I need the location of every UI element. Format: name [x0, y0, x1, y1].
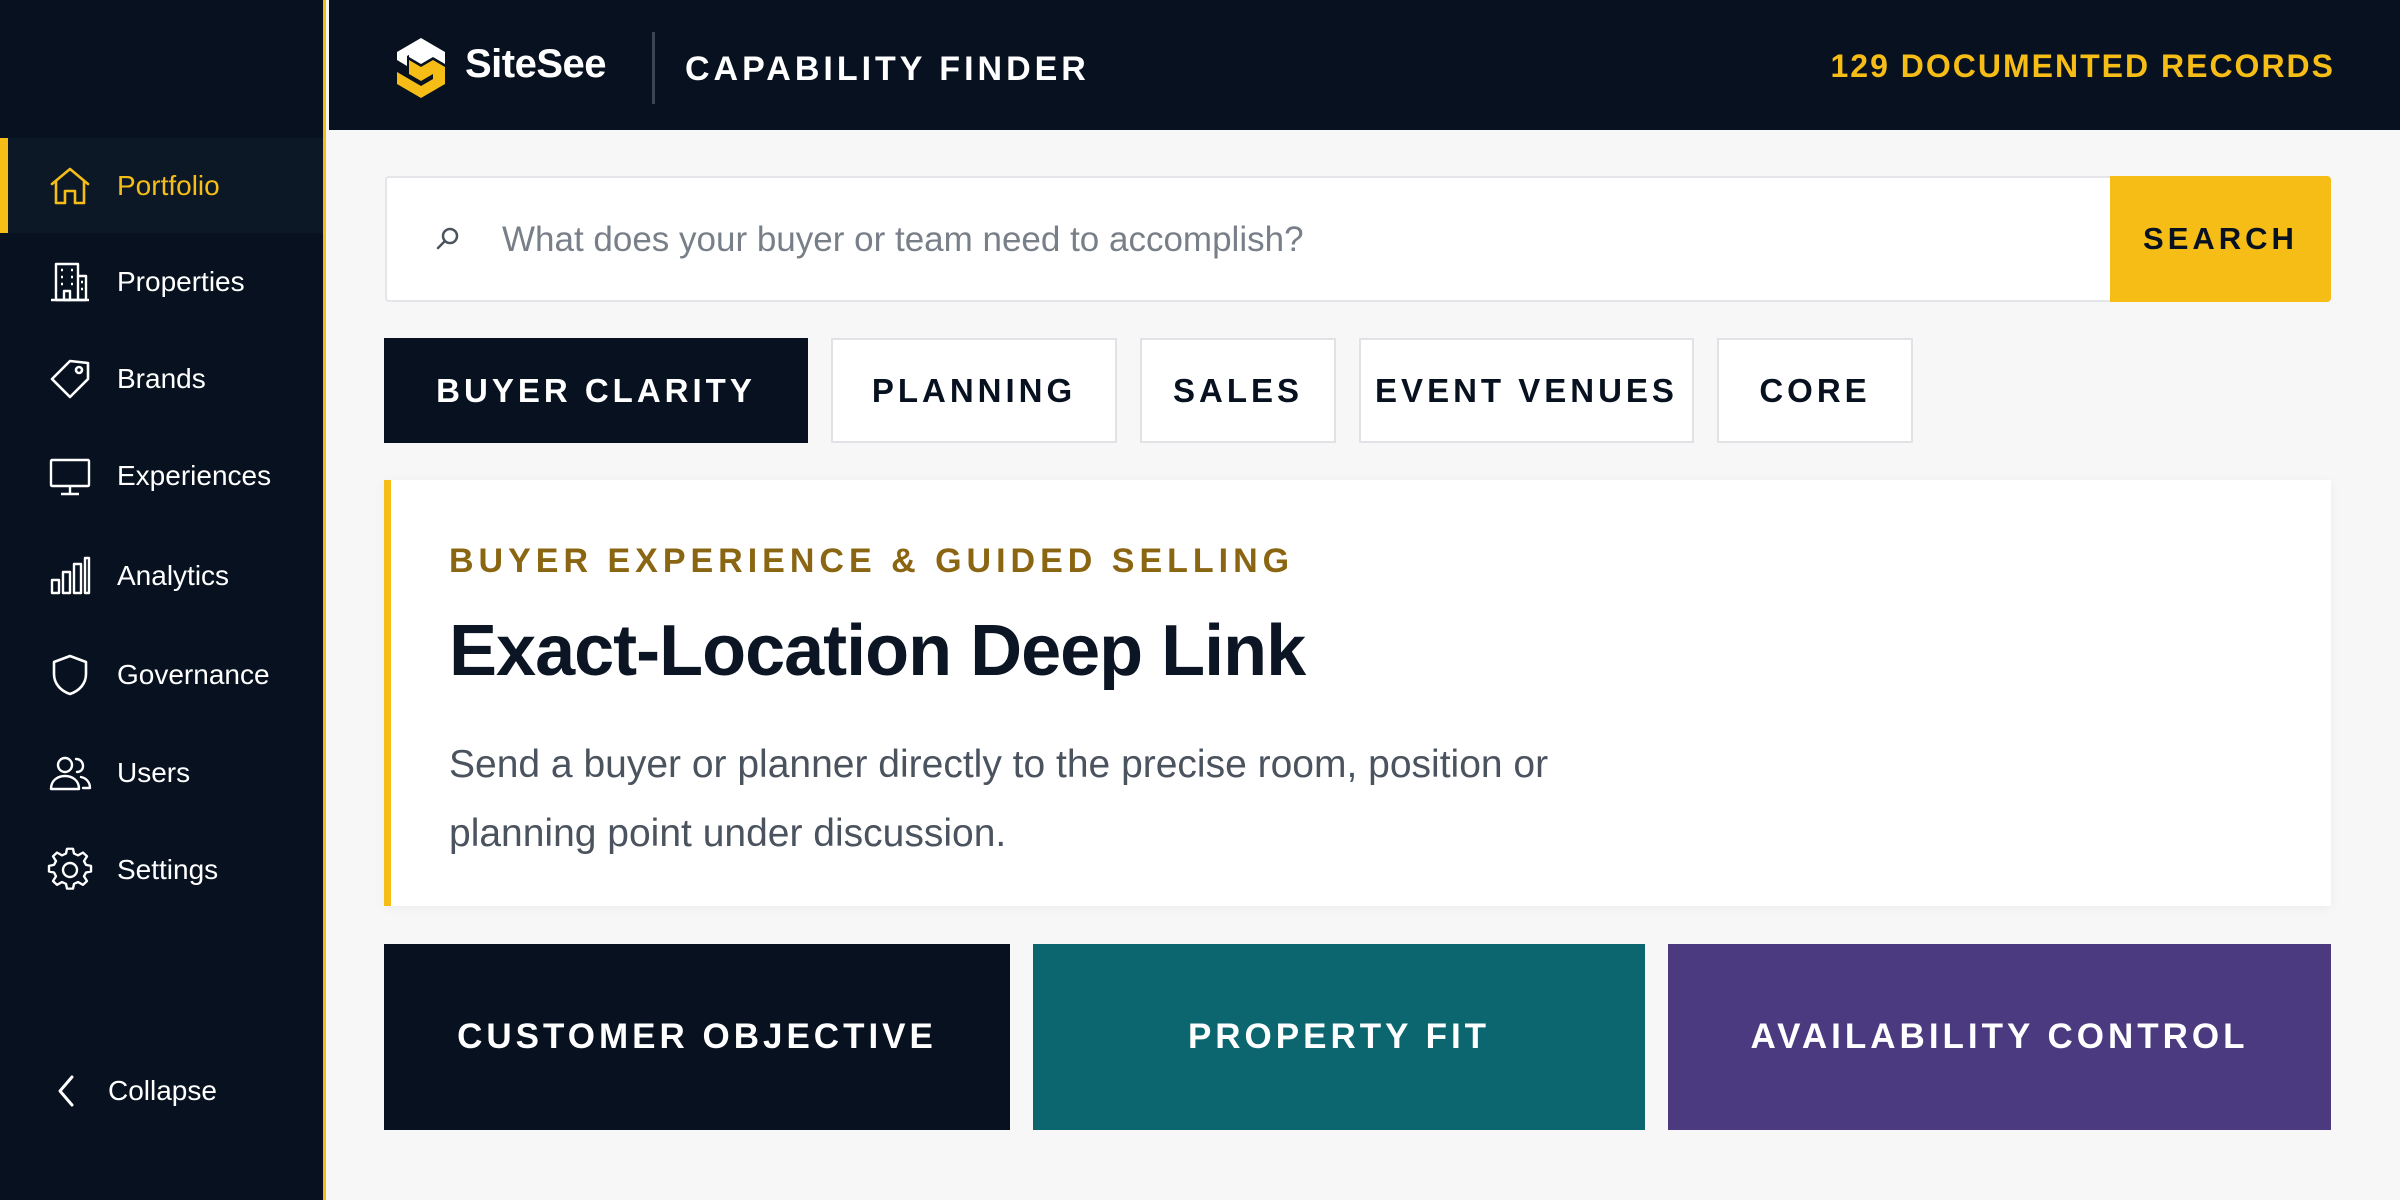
tab-planning[interactable]: PLANNING: [831, 338, 1117, 443]
top-header: SiteSee CAPABILITY FINDER 129 DOCUMENTED…: [329, 0, 2400, 130]
sidebar-item-portfolio[interactable]: Portfolio: [0, 138, 323, 233]
tab-buyer-clarity[interactable]: BUYER CLARITY: [384, 338, 808, 443]
sidebar-item-label: Portfolio: [117, 169, 220, 201]
tab-event-venues[interactable]: EVENT VENUES: [1359, 338, 1694, 443]
property-fit-tile[interactable]: PROPERTY FIT: [1033, 944, 1645, 1130]
header-divider: [652, 32, 655, 104]
sidebar-item-properties[interactable]: Properties: [0, 234, 323, 329]
sidebar-item-governance[interactable]: Governance: [0, 627, 323, 722]
availability-control-tile[interactable]: AVAILABILITY CONTROL: [1668, 944, 2331, 1130]
users-icon: [46, 749, 94, 797]
sidebar-item-brands[interactable]: Brands: [0, 331, 323, 426]
sidebar-item-users[interactable]: Users: [0, 725, 323, 820]
bar-chart-icon: [46, 552, 94, 600]
search-button[interactable]: SEARCH: [2110, 176, 2331, 302]
gear-icon: [46, 846, 94, 894]
page-title: CAPABILITY FINDER: [685, 50, 1090, 88]
records-count: 129 DOCUMENTED RECORDS: [1830, 48, 2335, 84]
sidebar-item-label: Properties: [117, 265, 245, 297]
building-icon: [46, 258, 94, 306]
sidebar-item-experiences[interactable]: Experiences: [0, 428, 323, 523]
home-icon: [46, 162, 94, 210]
card-title: Exact-Location Deep Link: [449, 611, 1306, 691]
customer-objective-tile[interactable]: CUSTOMER OBJECTIVE: [384, 944, 1010, 1130]
sidebar-item-label: Experiences: [117, 459, 272, 491]
tab-sales[interactable]: SALES: [1140, 338, 1336, 443]
sidebar-item-settings[interactable]: Settings: [0, 822, 323, 917]
sidebar-item-label: Settings: [117, 853, 219, 885]
sitesee-logo-icon: [393, 36, 449, 100]
monitor-icon: [46, 452, 94, 500]
search-input[interactable]: [502, 208, 2002, 272]
collapse-label: Collapse: [108, 1075, 217, 1106]
brand-name: SiteSee: [465, 42, 607, 86]
sidebar-item-label: Analytics: [117, 559, 230, 591]
tag-icon: [46, 355, 94, 403]
capability-card[interactable]: BUYER EXPERIENCE & GUIDED SELLING Exact-…: [384, 480, 2331, 906]
chevron-left-icon: [52, 1071, 82, 1111]
app-root: Portfolio Properties Brands Experiences …: [0, 0, 2400, 1200]
card-description: Send a buyer or planner directly to the …: [449, 743, 1549, 855]
sidebar: Portfolio Properties Brands Experiences …: [0, 0, 326, 1200]
sidebar-item-label: Brands: [117, 362, 206, 394]
sidebar-item-label: Governance: [117, 658, 270, 690]
shield-icon: [46, 651, 94, 699]
search-bar: SEARCH: [385, 176, 2331, 302]
collapse-button[interactable]: Collapse: [0, 1046, 323, 1136]
tab-core[interactable]: CORE: [1717, 338, 1913, 443]
search-icon: [427, 220, 467, 260]
card-category: BUYER EXPERIENCE & GUIDED SELLING: [449, 542, 1295, 580]
sidebar-item-label: Users: [117, 756, 191, 788]
sidebar-item-analytics[interactable]: Analytics: [0, 528, 323, 623]
